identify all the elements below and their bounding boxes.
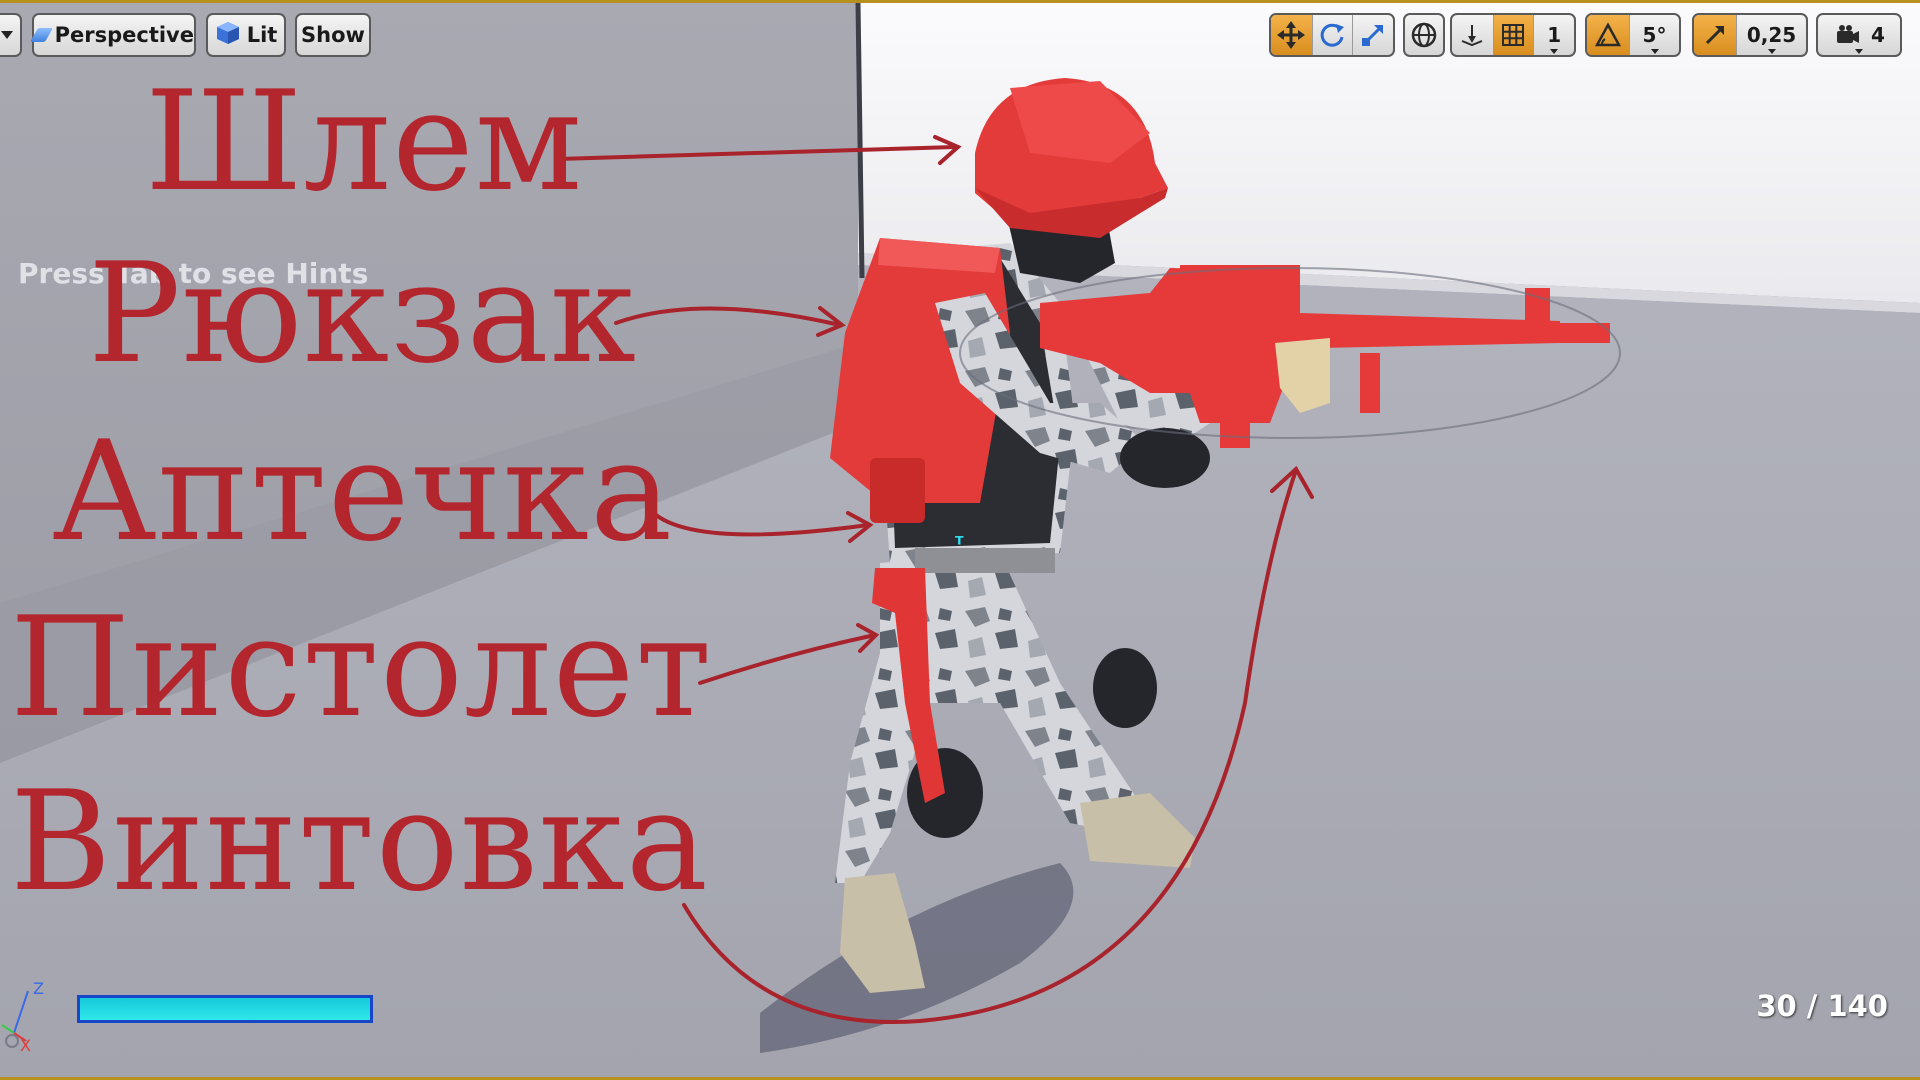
- camera-icon: [1837, 25, 1860, 43]
- stat-bar-fill: [80, 998, 370, 1020]
- stat-bar: [77, 995, 373, 1023]
- globe-icon: [1411, 22, 1437, 48]
- rotation-snap-group: 5°: [1585, 13, 1681, 57]
- surface-snap-icon: [1461, 25, 1483, 47]
- arrow-helmet: [556, 145, 957, 161]
- chevron-down-icon: [1650, 49, 1659, 54]
- rotation-snap-value: 5°: [1642, 23, 1667, 47]
- grid-snap-value: 1: [1547, 23, 1562, 47]
- grid-snap-toggle[interactable]: [1492, 15, 1534, 55]
- lit-label: Lit: [246, 23, 278, 47]
- arrow-backpack: [614, 306, 842, 327]
- surface-snap-toggle[interactable]: [1452, 15, 1493, 55]
- camera-speed-value: 4: [1871, 23, 1885, 47]
- scale-tool[interactable]: [1352, 15, 1393, 55]
- rotation-snap-toggle[interactable]: [1587, 15, 1629, 55]
- scale-snap-icon: [1705, 25, 1725, 45]
- angle-icon: [1594, 22, 1622, 47]
- scale-snap-value: 0,25: [1746, 23, 1797, 47]
- arrow-medkit: [654, 513, 870, 537]
- scale-snap-toggle[interactable]: [1694, 15, 1736, 55]
- arrow-pistol: [698, 633, 877, 685]
- chevron-down-icon: [1550, 49, 1559, 54]
- grid-snap-group: 1: [1450, 13, 1576, 57]
- chevron-down-icon: [1767, 49, 1776, 54]
- label-medkit: Аптечка: [52, 411, 674, 572]
- perspective-button[interactable]: Perspective: [29, 13, 196, 57]
- scale-snap-group: 0,25: [1692, 13, 1808, 57]
- show-label: Show: [301, 23, 365, 47]
- chevron-down-icon: [1, 31, 13, 39]
- transform-tools-group: [1269, 13, 1395, 57]
- translate-tool[interactable]: [1271, 15, 1312, 55]
- view-mode-lit-button[interactable]: Lit: [206, 13, 286, 57]
- ammo-counter: 30 / 140: [1756, 989, 1888, 1023]
- arrow-rifle: [682, 471, 1297, 1024]
- viewport-options-button[interactable]: [0, 13, 22, 57]
- camera-speed-button[interactable]: 4: [1818, 15, 1900, 55]
- label-pistol: Пистолет: [10, 587, 713, 748]
- scale-snap-value-dropdown[interactable]: 0,25: [1736, 15, 1806, 55]
- grid-icon: [1502, 24, 1525, 46]
- axis-gizmo: Z X: [1, 979, 44, 1053]
- translate-icon: [1277, 21, 1306, 49]
- rotation-snap-value-dropdown[interactable]: 5°: [1629, 15, 1679, 55]
- show-button[interactable]: Show: [295, 13, 371, 57]
- rotate-tool[interactable]: [1311, 15, 1353, 55]
- axis-z-label: Z: [33, 979, 44, 998]
- cube-icon: [215, 20, 241, 51]
- rotate-icon: [1321, 23, 1345, 47]
- coordinate-system-group: [1403, 13, 1445, 57]
- scale-icon: [1362, 24, 1384, 46]
- axis-x-label: X: [20, 1036, 31, 1053]
- level-viewport[interactable]: ᵀ Perspective Lit Show 1 5° 0,25 4 Press…: [0, 0, 1920, 1080]
- perspective-label: Perspective: [54, 23, 194, 47]
- chevron-down-icon: [1855, 49, 1863, 54]
- label-rifle: Винтовка: [10, 761, 710, 922]
- grid-snap-value-dropdown[interactable]: 1: [1533, 15, 1574, 55]
- perspective-icon: [29, 28, 53, 42]
- label-backpack: Рюкзак: [88, 233, 638, 394]
- world-coordinates-toggle[interactable]: [1405, 15, 1443, 55]
- label-helmet: Шлем: [145, 61, 584, 222]
- camera-speed-group: 4: [1816, 13, 1902, 57]
